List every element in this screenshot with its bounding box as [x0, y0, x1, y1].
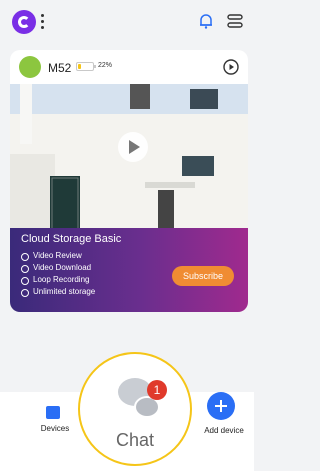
top-bar	[0, 0, 254, 44]
tab-add-device[interactable]: Add device	[196, 392, 252, 442]
tab-devices[interactable]: Devices	[30, 404, 80, 444]
battery-percent: 22%	[98, 62, 113, 69]
feature-unlimited-storage: Unlimited storage	[21, 286, 95, 298]
play-icon[interactable]	[118, 132, 148, 162]
cloud-storage-promo[interactable]: Cloud Storage Basic Video Review Video D…	[10, 228, 248, 312]
subscribe-button[interactable]: Subscribe	[172, 266, 234, 286]
tab-add-device-label: Add device	[204, 426, 244, 435]
device-header: M52 22%	[10, 50, 248, 84]
bell-icon[interactable]	[197, 12, 215, 30]
app-logo-icon	[12, 10, 36, 34]
add-icon	[207, 392, 235, 420]
feature-loop-recording: Loop Recording	[21, 274, 95, 286]
list-menu-icon[interactable]	[226, 12, 244, 30]
chat-unread-badge: 1	[147, 380, 167, 400]
feature-video-review: Video Review	[21, 250, 95, 262]
tab-devices-label: Devices	[40, 424, 70, 433]
battery-icon	[76, 62, 94, 71]
playback-icon[interactable]	[222, 58, 240, 76]
home-icon	[46, 406, 60, 419]
device-name: M52	[48, 61, 72, 75]
feature-list: Video Review Video Download Loop Recordi…	[21, 250, 95, 298]
device-icon	[19, 56, 41, 78]
more-vertical-icon[interactable]	[41, 12, 45, 30]
device-card[interactable]: M52 22% Cloud Storage Basic Video Review…	[10, 50, 248, 312]
promo-title: Cloud Storage Basic	[21, 233, 122, 245]
feature-video-download: Video Download	[21, 262, 95, 274]
tab-chat-label[interactable]: Chat	[108, 430, 162, 451]
